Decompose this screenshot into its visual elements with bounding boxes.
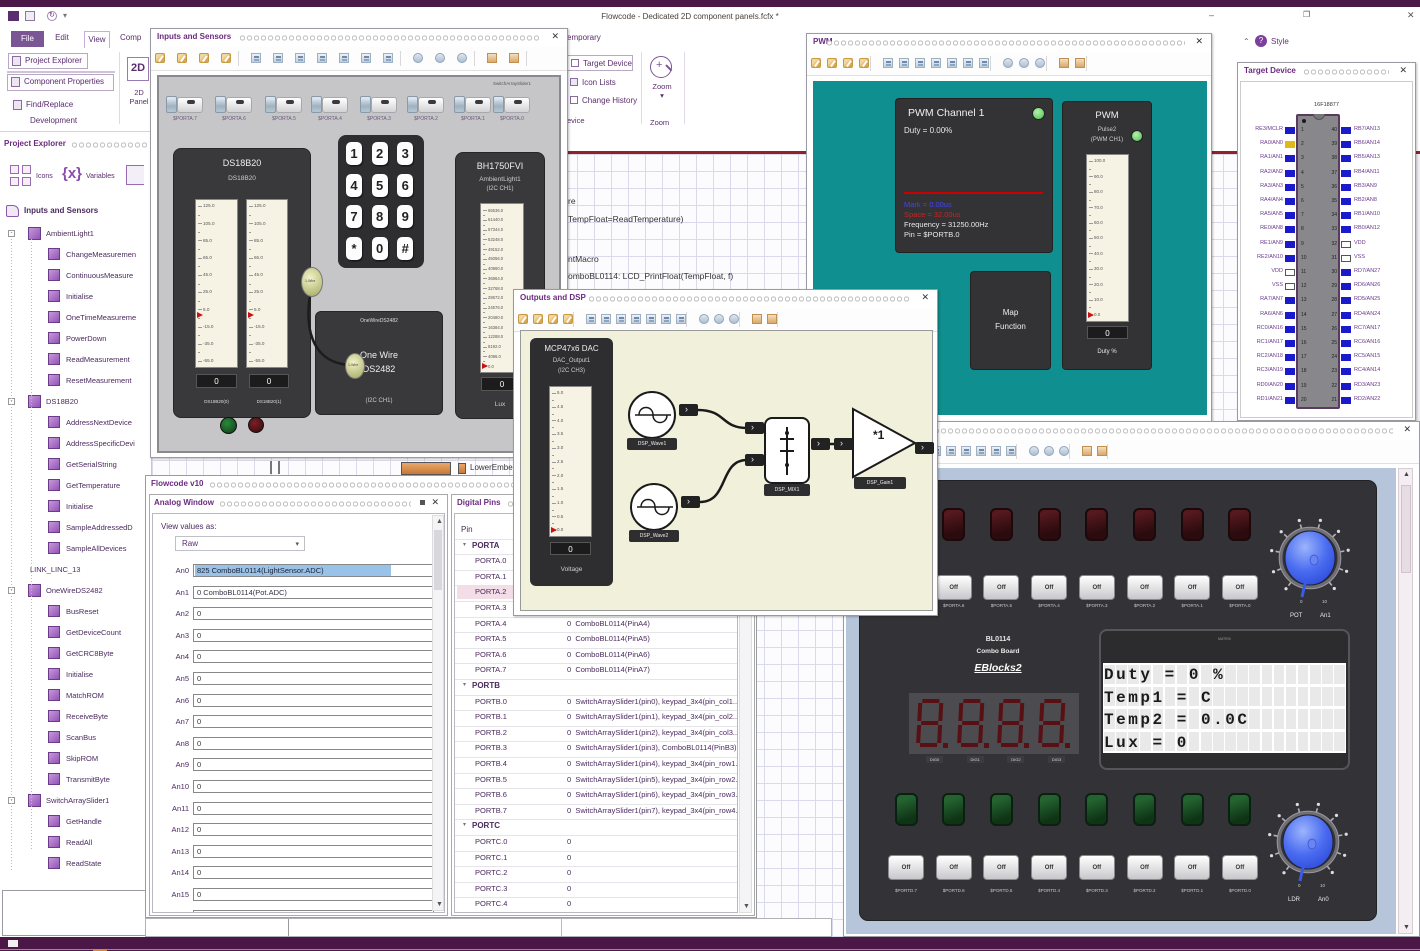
svg-text:*1: *1 [873, 428, 885, 442]
